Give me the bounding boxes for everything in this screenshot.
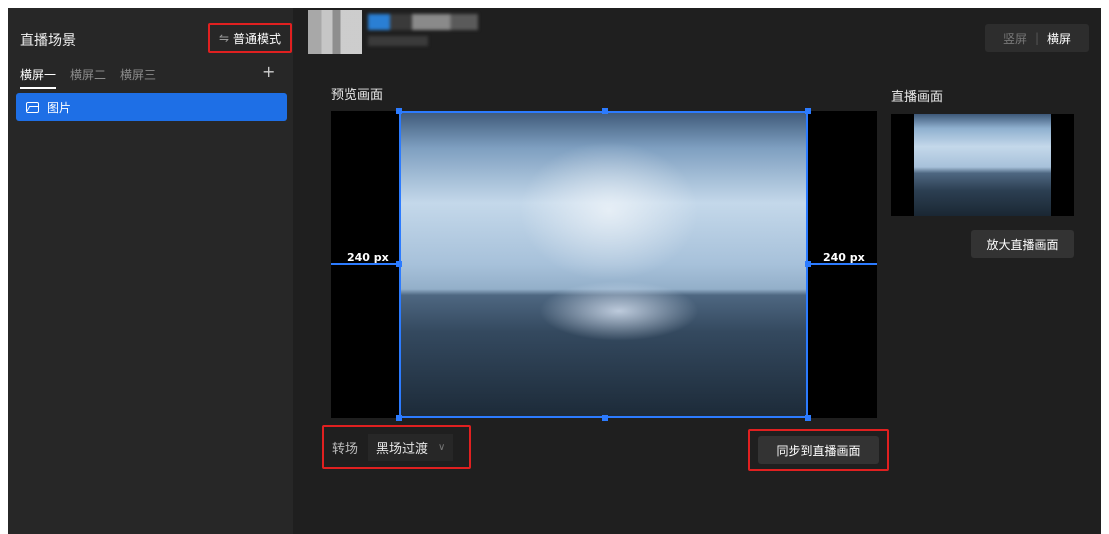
scene-sidebar: 直播场景 ⇋ 普通模式 横屏一 横屏二 横屏三 + 图片	[8, 8, 293, 534]
orientation-toggle: 竖屏 | 横屏	[985, 24, 1089, 52]
tab-landscape-3[interactable]: 横屏三	[120, 66, 156, 89]
resize-handle-tr[interactable]	[805, 108, 811, 114]
orientation-separator: |	[1034, 31, 1040, 45]
live-canvas	[891, 114, 1074, 216]
chevron-down-icon: ∨	[438, 441, 446, 453]
sync-highlight: 同步到直播画面	[748, 429, 889, 471]
add-scene-button[interactable]: +	[262, 62, 275, 81]
zoom-live-button[interactable]: 放大直播画面	[971, 230, 1074, 258]
preview-canvas: 240 px 240 px	[331, 108, 877, 421]
normal-mode-button[interactable]: ⇋ 普通模式	[208, 23, 292, 53]
right-offset-label: 240 px	[823, 251, 865, 264]
resize-handle-bl[interactable]	[396, 415, 402, 421]
live-image	[914, 114, 1051, 216]
selection-box[interactable]	[399, 111, 808, 418]
tab-landscape-1[interactable]: 横屏一	[20, 66, 57, 89]
source-item-label: 图片	[47, 100, 72, 115]
landscape-option[interactable]: 横屏	[1047, 30, 1071, 47]
sidebar-title: 直播场景	[20, 33, 76, 49]
tab-landscape-2[interactable]: 横屏二	[70, 66, 106, 89]
live-title: 直播画面	[891, 90, 944, 105]
avatar	[308, 10, 362, 54]
resize-handle-tl[interactable]	[396, 108, 402, 114]
resize-handle-top[interactable]	[602, 108, 608, 114]
normal-mode-label: 普通模式	[233, 31, 282, 46]
left-offset-label: 240 px	[347, 251, 389, 264]
account-subtitle-blurred	[368, 36, 428, 46]
sync-to-live-button[interactable]: 同步到直播画面	[758, 436, 879, 464]
transition-control: 转场 黑场过渡 ∨	[322, 425, 471, 469]
portrait-option[interactable]: 竖屏	[1003, 30, 1027, 47]
transition-value: 黑场过渡	[376, 441, 429, 457]
preview-title: 预览画面	[331, 88, 384, 103]
transition-select[interactable]: 黑场过渡 ∨	[368, 433, 454, 461]
resize-handle-bottom[interactable]	[602, 415, 608, 421]
scene-tabs: 横屏一 横屏二 横屏三	[20, 66, 156, 89]
transition-label: 转场	[332, 441, 359, 457]
account-name-blurred	[368, 14, 478, 30]
image-icon	[26, 101, 39, 113]
source-item-image[interactable]: 图片	[16, 93, 287, 121]
swap-icon: ⇋	[218, 31, 230, 45]
resize-handle-br[interactable]	[805, 415, 811, 421]
app-window: 直播场景 ⇋ 普通模式 横屏一 横屏二 横屏三 + 图片 竖屏 | 横屏 预览画…	[8, 8, 1101, 534]
